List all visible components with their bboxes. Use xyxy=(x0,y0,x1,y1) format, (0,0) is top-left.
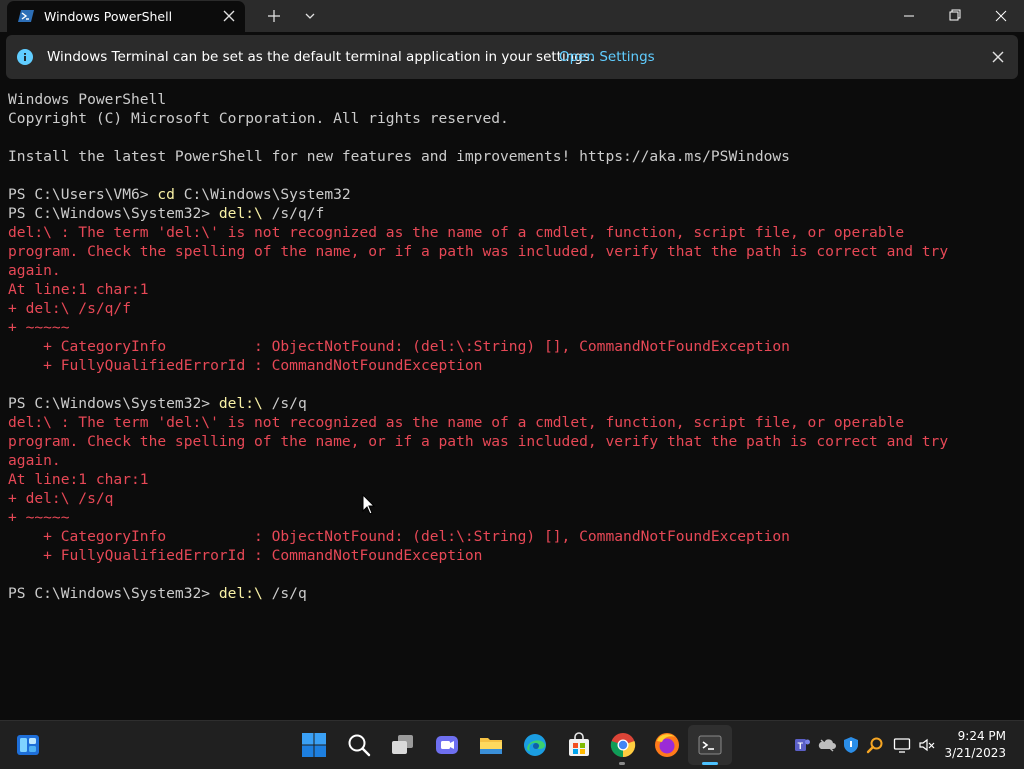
display-icon[interactable] xyxy=(893,736,911,754)
prompt-line: PS C:\Users\VM6> cd C:\Windows\System32 xyxy=(8,185,1008,204)
output-line: Windows PowerShell xyxy=(8,90,1008,109)
prompt-text: PS C:\Users\VM6> xyxy=(8,186,158,203)
powershell-icon xyxy=(18,10,34,22)
store-icon[interactable] xyxy=(565,731,593,759)
volume-muted-icon[interactable] xyxy=(918,736,936,754)
new-tab-icon[interactable] xyxy=(264,6,284,26)
terminal-running-indicator xyxy=(702,762,718,765)
output-text: Install the latest PowerShell for new fe… xyxy=(8,148,790,165)
command-name: del:\ xyxy=(218,585,263,602)
tab-windows-powershell[interactable]: Windows PowerShell xyxy=(7,1,245,32)
restore-icon[interactable] xyxy=(932,0,978,32)
error-text: + FullyQualifiedErrorId : CommandNotFoun… xyxy=(8,357,483,374)
default-terminal-infobar: Windows Terminal can be set as the defau… xyxy=(6,35,1018,79)
error-text: program. Check the spelling of the name,… xyxy=(8,433,949,450)
error-text: again. xyxy=(8,452,61,469)
open-settings-link[interactable]: Open Settings xyxy=(559,49,655,65)
error-line: program. Check the spelling of the name,… xyxy=(8,242,1008,261)
prompt-text: PS C:\Windows\System32> xyxy=(8,585,219,602)
clock-time[interactable]: 9:24 PM xyxy=(940,729,1006,743)
error-line: again. xyxy=(8,261,1008,280)
command-args: /s/q xyxy=(262,395,307,412)
prompt-text: PS C:\Windows\System32> xyxy=(8,395,219,412)
error-line: At line:1 char:1 xyxy=(8,470,1008,489)
prompt-line: PS C:\Windows\System32> del:\ /s/q xyxy=(8,394,1008,413)
error-text: At line:1 char:1 xyxy=(8,471,149,488)
infobar-message: Windows Terminal can be set as the defau… xyxy=(47,49,595,65)
onedrive-icon[interactable] xyxy=(818,736,836,754)
error-line: + CategoryInfo : ObjectNotFound: (del:\:… xyxy=(8,337,1008,356)
error-line: + del:\ /s/q xyxy=(8,489,1008,508)
prompt-line: PS C:\Windows\System32> del:\ /s/q xyxy=(8,584,1008,603)
taskbar: T 9:24 PM 3/21/2023 xyxy=(0,720,1024,769)
error-text: + CategoryInfo : ObjectNotFound: (del:\:… xyxy=(8,528,790,545)
close-window-icon[interactable] xyxy=(978,0,1024,32)
search-icon[interactable] xyxy=(345,731,373,759)
search-tray-icon[interactable] xyxy=(866,736,884,754)
error-line: At line:1 char:1 xyxy=(8,280,1008,299)
start-icon[interactable] xyxy=(300,731,328,759)
terminal-icon[interactable] xyxy=(696,731,724,759)
chevron-down-icon[interactable] xyxy=(300,6,320,26)
task-view-icon[interactable] xyxy=(389,731,417,759)
error-text: + del:\ /s/q xyxy=(8,490,114,507)
svg-text:T: T xyxy=(798,741,804,751)
error-line: + FullyQualifiedErrorId : CommandNotFoun… xyxy=(8,356,1008,375)
firefox-icon[interactable] xyxy=(653,731,681,759)
command-name: del:\ xyxy=(218,205,263,222)
error-line: + ~~~~~ xyxy=(8,508,1008,527)
error-text: del:\ : The term 'del:\' is not recogniz… xyxy=(8,414,905,431)
security-icon[interactable] xyxy=(842,736,860,754)
error-line: + FullyQualifiedErrorId : CommandNotFoun… xyxy=(8,546,1008,565)
tab-title: Windows PowerShell xyxy=(44,9,173,24)
error-text: At line:1 char:1 xyxy=(8,281,149,298)
error-line: + del:\ /s/q/f xyxy=(8,299,1008,318)
error-text: + FullyQualifiedErrorId : CommandNotFoun… xyxy=(8,547,483,564)
title-bar: Windows PowerShell xyxy=(0,0,1024,32)
output-text: Windows PowerShell xyxy=(8,91,167,108)
command-name: cd xyxy=(157,186,175,203)
prompt-text: PS C:\Windows\System32> xyxy=(8,205,219,222)
error-text: + del:\ /s/q/f xyxy=(8,300,132,317)
chrome-running-indicator xyxy=(619,762,625,765)
teams-chat-icon[interactable] xyxy=(433,731,461,759)
error-text: + ~~~~~ xyxy=(8,509,70,526)
error-line: + ~~~~~ xyxy=(8,318,1008,337)
chrome-icon[interactable] xyxy=(609,731,637,759)
minimize-icon[interactable] xyxy=(886,0,932,32)
command-name: del:\ xyxy=(218,395,263,412)
output-line: Copyright (C) Microsoft Corporation. All… xyxy=(8,109,1008,128)
edge-icon[interactable] xyxy=(521,731,549,759)
output-text: Copyright (C) Microsoft Corporation. All… xyxy=(8,110,509,127)
error-line: del:\ : The term 'del:\' is not recogniz… xyxy=(8,223,1008,242)
close-infobar-icon[interactable] xyxy=(989,48,1007,66)
error-text: + ~~~~~ xyxy=(8,319,70,336)
file-explorer-icon[interactable] xyxy=(477,731,505,759)
error-line: del:\ : The term 'del:\' is not recogniz… xyxy=(8,413,1008,432)
prompt-line: PS C:\Windows\System32> del:\ /s/q/f xyxy=(8,204,1008,223)
error-line: again. xyxy=(8,451,1008,470)
output-line: Install the latest PowerShell for new fe… xyxy=(8,147,1008,166)
close-tab-icon[interactable] xyxy=(220,7,238,25)
widgets-icon[interactable] xyxy=(14,731,42,759)
error-line: + CategoryInfo : ObjectNotFound: (del:\:… xyxy=(8,527,1008,546)
error-text: again. xyxy=(8,262,61,279)
info-icon xyxy=(17,49,33,65)
command-args: /s/q xyxy=(262,585,307,602)
teams-icon[interactable]: T xyxy=(793,736,811,754)
terminal-output[interactable]: Windows PowerShell Copyright (C) Microsof… xyxy=(8,90,1008,710)
error-text: program. Check the spelling of the name,… xyxy=(8,243,949,260)
error-text: del:\ : The term 'del:\' is not recogniz… xyxy=(8,224,905,241)
command-args: C:\Windows\System32 xyxy=(174,186,351,203)
error-line: program. Check the spelling of the name,… xyxy=(8,432,1008,451)
mouse-pointer-icon xyxy=(362,494,376,515)
clock-date[interactable]: 3/21/2023 xyxy=(940,746,1006,760)
command-args: /s/q/f xyxy=(262,205,325,222)
error-text: + CategoryInfo : ObjectNotFound: (del:\:… xyxy=(8,338,790,355)
